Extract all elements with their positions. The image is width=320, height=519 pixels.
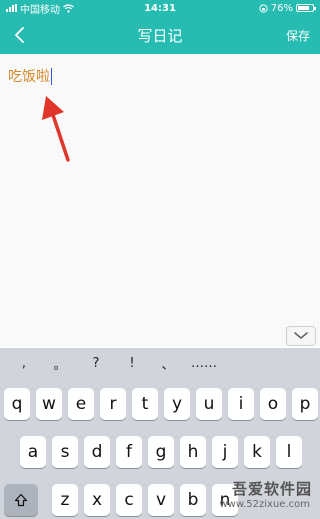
save-button[interactable]: 保存: [286, 27, 310, 44]
key[interactable]: r: [100, 388, 126, 420]
punct-key[interactable]: 、: [150, 354, 186, 373]
key[interactable]: b: [180, 484, 206, 516]
status-bar: 中国移动 14:31 76%: [0, 0, 320, 16]
status-right: 76%: [204, 2, 316, 14]
punct-key[interactable]: ,: [6, 356, 42, 371]
key[interactable]: p: [292, 388, 318, 420]
punctuation-bar: , 。 ? ! 、 ……: [0, 348, 320, 378]
carrier-label: 中国移动: [20, 4, 60, 16]
key[interactable]: t: [132, 388, 158, 420]
key[interactable]: w: [36, 388, 62, 420]
key[interactable]: h: [180, 436, 206, 468]
chevron-down-icon: [294, 332, 308, 339]
key[interactable]: j: [212, 436, 238, 468]
punct-key[interactable]: ……: [186, 356, 222, 371]
rotation-lock-icon: [259, 3, 268, 13]
key[interactable]: q: [4, 388, 30, 420]
keyboard-collapse-button[interactable]: [286, 326, 316, 346]
status-time: 14:31: [144, 2, 176, 14]
battery-fill: [298, 6, 309, 10]
key[interactable]: o: [260, 388, 286, 420]
keyboard: , 。 ? ! 、 …… q w e r t y u i o p a s d f…: [0, 348, 320, 519]
key[interactable]: d: [84, 436, 110, 468]
key[interactable]: k: [244, 436, 270, 468]
key[interactable]: x: [84, 484, 110, 516]
red-arrow-annotation: [42, 96, 70, 162]
key[interactable]: l: [276, 436, 302, 468]
punct-key[interactable]: 。: [42, 354, 78, 373]
key[interactable]: c: [116, 484, 142, 516]
battery-percent: 76%: [270, 2, 293, 14]
diary-editor[interactable]: 吃饭啦: [0, 54, 320, 346]
key[interactable]: i: [228, 388, 254, 420]
nav-bar: 写日记 保存: [0, 16, 320, 54]
key[interactable]: e: [68, 388, 94, 420]
punct-key[interactable]: ?: [78, 356, 114, 371]
signal-icon: [6, 4, 17, 12]
key[interactable]: n: [212, 484, 238, 516]
key[interactable]: v: [148, 484, 174, 516]
key[interactable]: f: [116, 436, 142, 468]
page-title: 写日记: [137, 27, 183, 45]
text-caret: [51, 67, 52, 85]
punct-key[interactable]: !: [114, 356, 150, 371]
shift-icon: [14, 493, 28, 507]
key[interactable]: g: [148, 436, 174, 468]
key[interactable]: a: [20, 436, 46, 468]
key[interactable]: z: [52, 484, 78, 516]
battery-icon: [296, 4, 316, 12]
status-left: 中国移动: [6, 1, 116, 16]
shift-key[interactable]: [4, 484, 38, 516]
key[interactable]: u: [196, 388, 222, 420]
wifi-icon: [63, 3, 74, 13]
diary-text-line[interactable]: 吃饭啦: [8, 66, 52, 86]
key[interactable]: s: [52, 436, 78, 468]
diary-text: 吃饭啦: [8, 69, 50, 85]
key[interactable]: y: [164, 388, 190, 420]
